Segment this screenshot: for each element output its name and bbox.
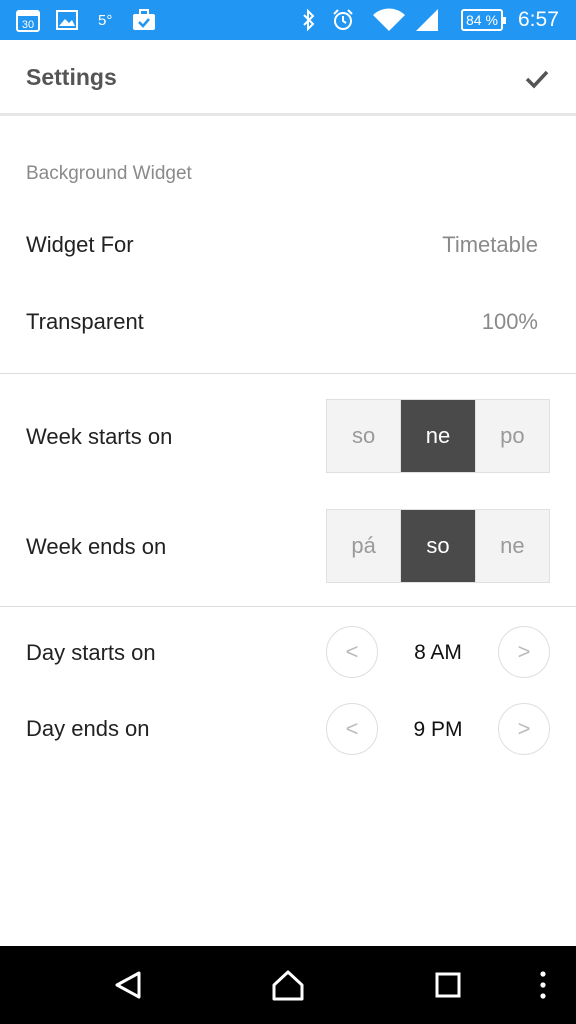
week-starts-label: Week starts on [26, 424, 173, 449]
week-ends-label: Week ends on [26, 534, 167, 559]
week-ends-option-ne[interactable]: ne [475, 510, 549, 582]
more-vert-icon[interactable] [528, 946, 558, 1024]
battery-icon: 84 % [461, 0, 506, 40]
day-ends-label: Day ends on [26, 716, 150, 741]
transparent-label: Transparent [26, 309, 144, 334]
week-ends-segmented-control: pá so ne [326, 509, 550, 583]
app-header: Settings [0, 40, 576, 116]
day-starts-prev-button[interactable]: < [326, 626, 378, 678]
divider [0, 373, 576, 374]
alarm-icon [331, 0, 355, 40]
week-starts-segmented-control: so ne po [326, 399, 550, 473]
clock-text: 6:57 [518, 8, 559, 31]
day-ends-next-button[interactable]: > [498, 703, 550, 755]
day-starts-label: Day starts on [26, 640, 156, 665]
signal-icon [414, 0, 440, 40]
temperature-text: 5° [98, 11, 113, 29]
day-starts-value: 8 AM [414, 641, 462, 664]
bluetooth-icon [300, 0, 318, 40]
transparent-value[interactable]: 100% [482, 309, 538, 335]
navigation-bar [0, 946, 576, 1024]
recents-square-icon[interactable] [418, 946, 478, 1024]
check-icon[interactable] [522, 64, 552, 94]
briefcase-check-icon [132, 0, 156, 40]
divider [0, 606, 576, 607]
week-starts-option-so[interactable]: so [327, 400, 402, 472]
calendar-icon: 30 [16, 0, 40, 40]
section-title-background-widget: Background Widget [26, 163, 192, 184]
page-title: Settings [26, 64, 117, 90]
widget-for-label: Widget For [26, 232, 134, 257]
week-starts-option-po[interactable]: po [475, 400, 549, 472]
battery-text: 84 % [461, 9, 506, 31]
image-icon [56, 0, 78, 40]
day-starts-next-button[interactable]: > [498, 626, 550, 678]
calendar-day-text: 30 [22, 19, 34, 31]
back-triangle-icon[interactable] [98, 946, 158, 1024]
wifi-icon [372, 0, 406, 40]
week-starts-option-ne[interactable]: ne [401, 400, 476, 472]
week-ends-option-so[interactable]: so [401, 510, 476, 582]
day-ends-value: 9 PM [413, 718, 463, 741]
status-bar: 30 5° 84 % 6:57 [0, 0, 576, 40]
widget-for-value[interactable]: Timetable [442, 232, 538, 258]
week-ends-option-pa[interactable]: pá [327, 510, 402, 582]
home-icon[interactable] [258, 946, 318, 1024]
day-ends-prev-button[interactable]: < [326, 703, 378, 755]
